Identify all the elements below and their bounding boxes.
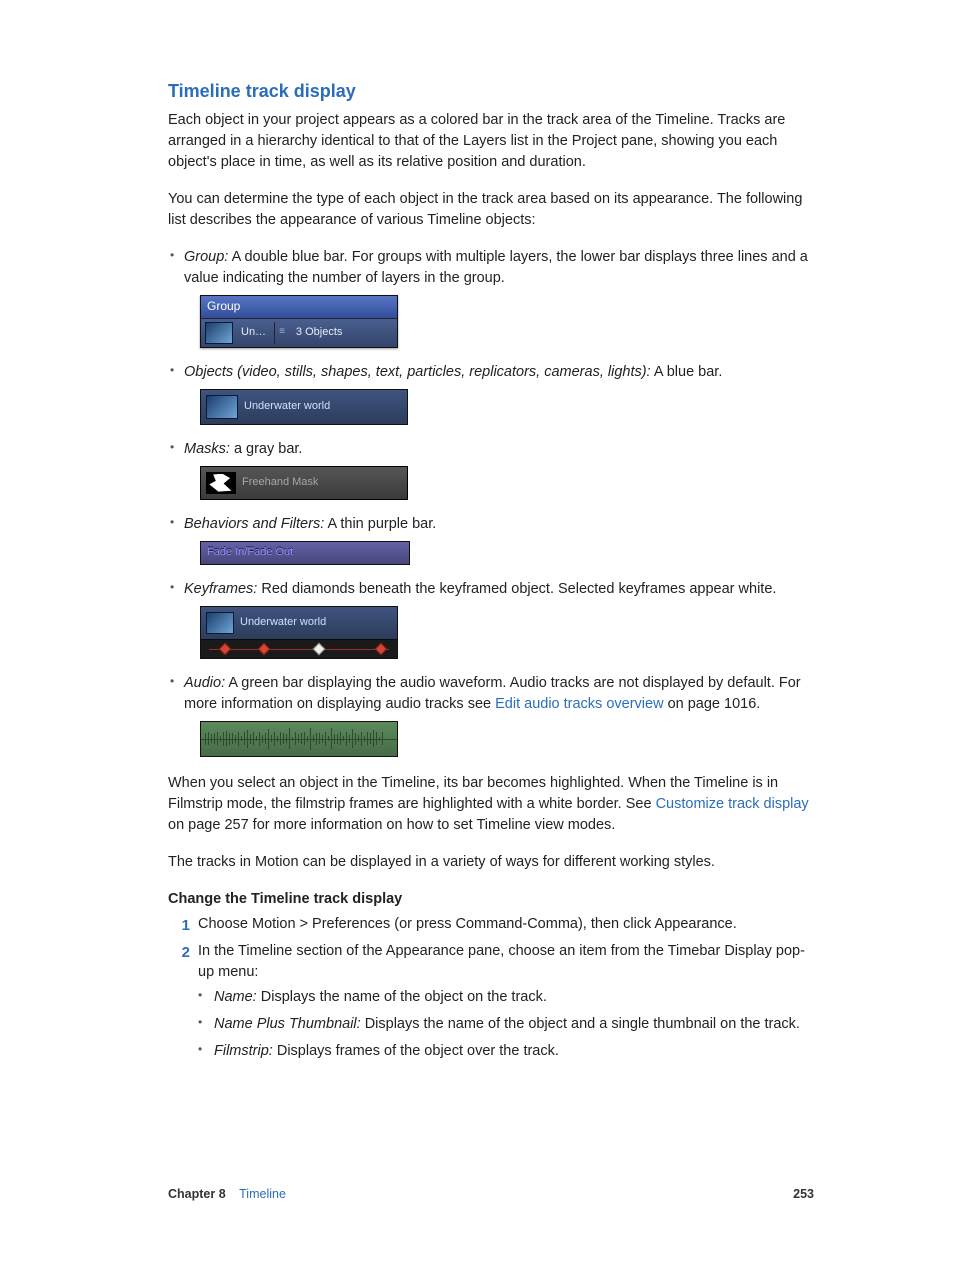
mask-shape-icon [206, 472, 236, 494]
post-paragraph-2: The tracks in Motion can be displayed in… [168, 852, 814, 873]
link-customize-track[interactable]: Customize track display [656, 796, 809, 812]
keyframe-track [201, 640, 397, 658]
keyframe-diamond-selected-icon [312, 642, 325, 655]
steps-list: Choose Motion > Preferences (or press Co… [168, 914, 814, 1074]
keyframe-diamond-icon [257, 642, 270, 655]
object-type-list: Group: A double blue bar. For groups wit… [168, 247, 814, 757]
option-name-plus-thumbnail: Name Plus Thumbnail: Displays the name o… [198, 1014, 814, 1035]
footer-chapter: Chapter 8 [168, 1187, 226, 1201]
thumbnail-icon [205, 322, 233, 344]
link-edit-audio[interactable]: Edit audio tracks overview [495, 696, 663, 712]
page-footer: Chapter 8 Timeline 253 [168, 1185, 814, 1203]
term-behaviors: Behaviors and Filters: [184, 516, 324, 532]
desc-audio-b: on page 1016. [664, 696, 761, 712]
behavior-bar-label: Fade In/Fade Out [207, 545, 293, 561]
list-item-masks: Masks: a gray bar. Freehand Mask [168, 439, 814, 500]
document-page: Timeline track display Each object in yo… [0, 0, 954, 1265]
figure-object-bar: Underwater world [200, 389, 814, 425]
figure-behavior-bar: Fade In/Fade Out [200, 541, 814, 565]
figure-audio-bar [200, 721, 814, 757]
keyframe-bar-label: Underwater world [240, 615, 326, 631]
footer-page-number: 253 [793, 1185, 814, 1203]
figure-mask-bar: Freehand Mask [200, 466, 814, 500]
desc-behaviors: A thin purple bar. [324, 516, 436, 532]
list-item-behaviors: Behaviors and Filters: A thin purple bar… [168, 514, 814, 565]
term-keyframes: Keyframes: [184, 581, 257, 597]
footer-section: Timeline [239, 1187, 286, 1201]
option-name: Name: Displays the name of the object on… [198, 987, 814, 1008]
keyframe-diamond-icon [375, 642, 388, 655]
intro-paragraph-1: Each object in your project appears as a… [168, 110, 814, 173]
figure-keyframe-bar: Underwater world [200, 606, 814, 659]
intro-paragraph-2: You can determine the type of each objec… [168, 189, 814, 231]
term-objects: Objects (video, stills, shapes, text, pa… [184, 364, 651, 380]
option-filmstrip: Filmstrip: Displays frames of the object… [198, 1041, 814, 1062]
list-item-group: Group: A double blue bar. For groups wit… [168, 247, 814, 347]
list-item-audio: Audio: A green bar displaying the audio … [168, 673, 814, 757]
keyframe-diamond-icon [218, 642, 231, 655]
desc-group: A double blue bar. For groups with multi… [184, 249, 808, 286]
figure-group-bar: Group Un… ≡ 3 Objects [200, 295, 814, 347]
desc-masks: a gray bar. [230, 441, 303, 457]
term-audio: Audio: [184, 675, 225, 691]
group-bar-cell1: Un… [237, 325, 270, 341]
mask-bar-label: Freehand Mask [242, 475, 318, 491]
desc-objects: A blue bar. [651, 364, 723, 380]
object-bar-label: Underwater world [244, 399, 330, 415]
term-group: Group: [184, 249, 228, 265]
desc-keyframes: Red diamonds beneath the keyframed objec… [257, 581, 776, 597]
step-1: Choose Motion > Preferences (or press Co… [168, 914, 814, 941]
layers-icon: ≡ [279, 325, 285, 340]
post-paragraph-1: When you select an object in the Timelin… [168, 773, 814, 836]
section-heading: Timeline track display [168, 78, 814, 104]
subheading-change: Change the Timeline track display [168, 889, 814, 910]
thumbnail-icon [206, 612, 234, 634]
thumbnail-icon [206, 395, 238, 419]
step-2: In the Timeline section of the Appearanc… [168, 941, 814, 1074]
list-item-keyframes: Keyframes: Red diamonds beneath the keyf… [168, 579, 814, 659]
term-masks: Masks: [184, 441, 230, 457]
group-bar-title: Group [201, 296, 397, 318]
group-bar-cell2: 3 Objects [292, 325, 346, 341]
list-item-objects: Objects (video, stills, shapes, text, pa… [168, 362, 814, 425]
